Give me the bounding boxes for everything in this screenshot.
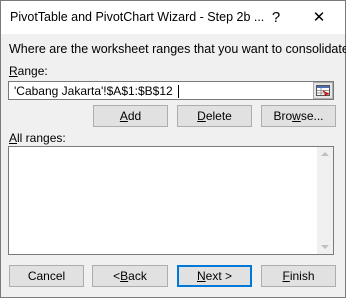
add-button[interactable]: Add [93, 105, 168, 127]
range-input-value: 'Cabang Jakarta'!$A$1:$B$12 [14, 84, 173, 98]
browse-button[interactable]: Bro w se... [261, 105, 336, 127]
pivot-wizard-dialog: PivotTable and PivotChart Wizard - Step … [0, 0, 346, 298]
back-button[interactable]: < Back [92, 265, 168, 287]
close-button[interactable]: ✕ [303, 4, 335, 30]
vertical-scrollbar[interactable] [317, 147, 333, 254]
help-icon: ? [271, 8, 281, 26]
close-icon: ✕ [312, 9, 326, 26]
range-input[interactable]: 'Cabang Jakarta'!$A$1:$B$12 [8, 81, 334, 100]
finish-button[interactable]: Finish [261, 265, 336, 287]
consolidate-prompt: Where are the worksheet ranges that you … [9, 42, 346, 56]
window-title: PivotTable and PivotChart Wizard - Step … [10, 10, 265, 24]
title-bar: PivotTable and PivotChart Wizard - Step … [1, 1, 345, 34]
next-button[interactable]: Next > [177, 265, 252, 287]
cancel-button[interactable]: Cancel [9, 265, 84, 287]
delete-button[interactable]: Delete [177, 105, 252, 127]
range-selector-icon [316, 85, 330, 96]
text-caret [178, 85, 179, 98]
scroll-up-arrow-icon[interactable] [321, 152, 329, 156]
help-button[interactable]: ? [260, 4, 292, 30]
collapse-dialog-button[interactable] [313, 82, 333, 99]
range-label: Range: [9, 64, 48, 78]
all-ranges-label: All ranges: [9, 131, 66, 145]
scroll-down-arrow-icon[interactable] [321, 245, 329, 249]
all-ranges-list[interactable] [8, 146, 334, 255]
